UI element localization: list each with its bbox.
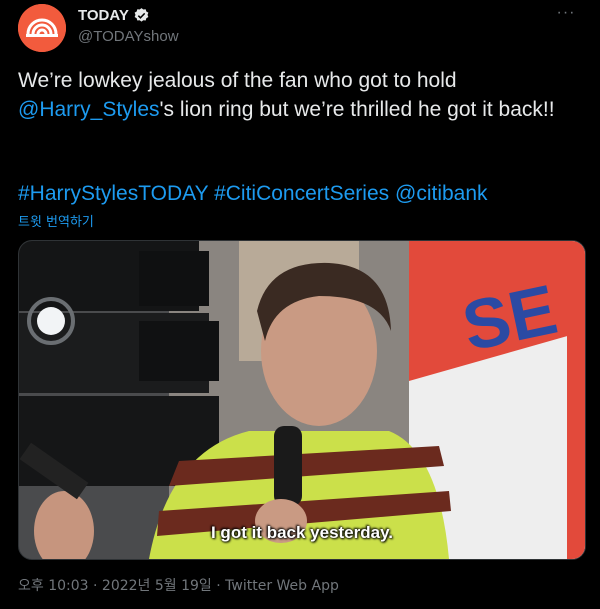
video-caption: I got it back yesterday. [210, 523, 394, 542]
hashtag-link[interactable]: #HarryStylesTODAY [18, 182, 208, 205]
verified-badge-icon [134, 8, 149, 22]
tweet-text-part: We’re lowkey jealous of the fan who got … [18, 69, 457, 92]
avatar[interactable] [18, 4, 66, 52]
author-name-row[interactable]: TODAY [78, 7, 150, 24]
translate-tweet-link[interactable]: 트윗 번역하기 [18, 211, 94, 230]
tweet-media-video[interactable]: SE I got it back yesterday. [18, 240, 586, 560]
mention-link[interactable]: @Harry_Styles [18, 98, 160, 121]
tweet-timestamp[interactable]: 오후 10:03 · 2022년 5월 19일 · Twitter Web Ap… [18, 575, 339, 595]
tweet-text: We’re lowkey jealous of the fan who got … [18, 66, 578, 124]
hashtag-line: #HarryStylesTODAY #CitiConcertSeries @ci… [18, 180, 578, 208]
mention-link[interactable]: @citibank [395, 182, 488, 205]
tweet-text-part: 's lion ring but we’re thrilled he got i… [159, 98, 555, 121]
display-name[interactable]: TODAY [78, 7, 129, 24]
hashtag-link[interactable]: #CitiConcertSeries [214, 182, 389, 205]
today-logo-icon [18, 4, 66, 52]
more-options-button[interactable]: ··· [552, 4, 580, 28]
author-handle[interactable]: @TODAYshow [78, 28, 179, 45]
video-frame: SE [19, 241, 585, 559]
